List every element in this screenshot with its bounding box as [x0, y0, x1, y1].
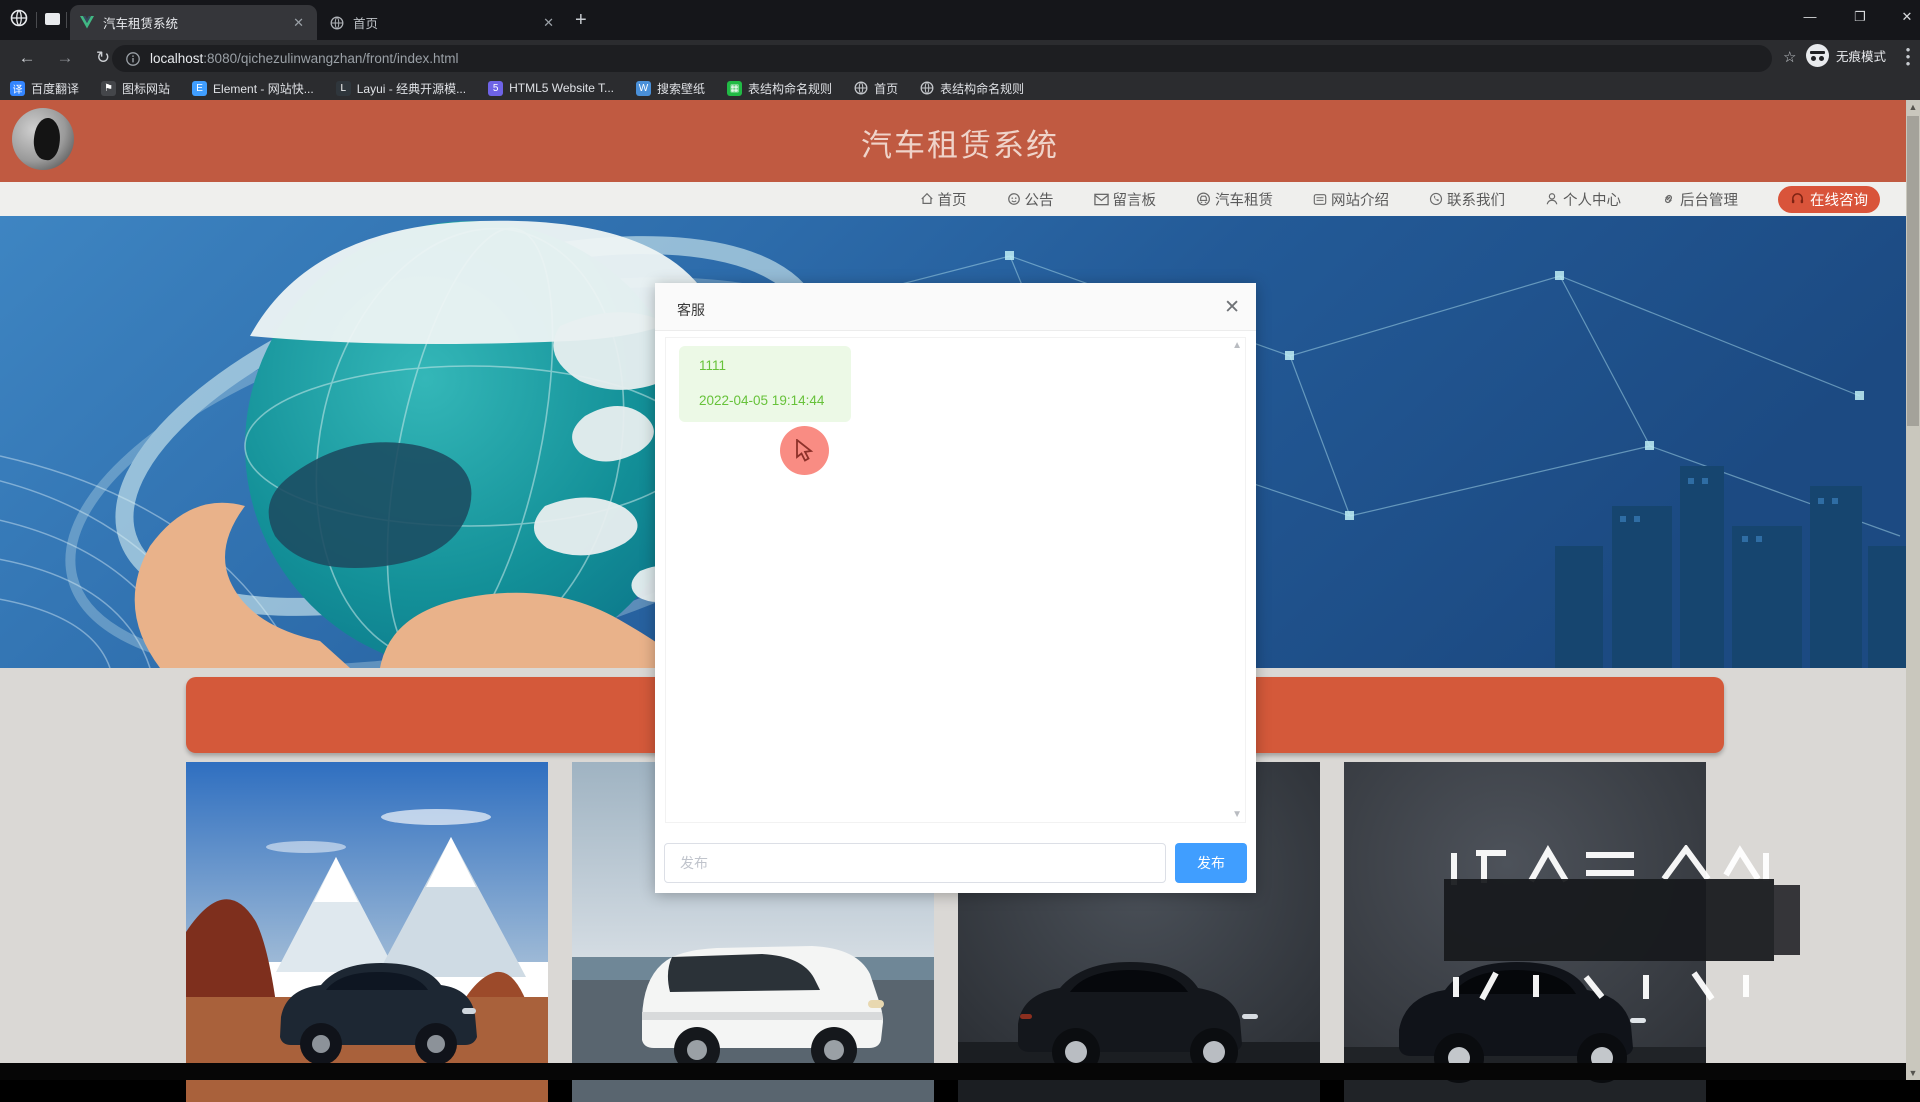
incognito-label: 无痕模式 [1836, 46, 1886, 65]
bookmark-icon-site[interactable]: ⚑图标网站 [101, 80, 170, 97]
scroll-down-arrow-icon[interactable]: ▼ [1906, 1068, 1920, 1078]
nav-item-notice[interactable]: 公告 [1007, 189, 1054, 210]
car-card-1[interactable] [186, 762, 548, 1102]
tab-close-icon[interactable]: ✕ [290, 15, 307, 31]
click-highlight-indicator [780, 426, 829, 475]
bookmark-naming-rules[interactable]: ▦表结构命名规则 [727, 80, 832, 97]
censored-watermark [1436, 845, 1808, 1005]
incognito-indicator: 无痕模式 [1806, 44, 1886, 67]
nav-item-message-board[interactable]: 留言板 [1094, 189, 1157, 210]
globe-favicon [330, 16, 344, 30]
reload-icon[interactable]: ↻ [92, 48, 114, 68]
online-consult-button[interactable]: 在线咨询 [1778, 186, 1880, 213]
tab-close-icon[interactable]: ✕ [540, 15, 557, 31]
address-bar[interactable]: localhost:8080/qichezulinwangzhan/front/… [112, 45, 1772, 72]
nav-item-contact-us[interactable]: 联系我们 [1429, 189, 1505, 210]
window-restore-button[interactable]: ❐ [1845, 4, 1875, 30]
page-info-icon[interactable] [126, 52, 140, 66]
link-icon [1661, 192, 1676, 206]
bookmark-favicon: W [636, 81, 651, 96]
scroll-up-arrow-icon[interactable]: ▲ [1906, 102, 1920, 112]
tab-title: 汽车租赁系统 [103, 13, 290, 32]
page-scrollbar-thumb[interactable] [1907, 116, 1919, 426]
incognito-icon [1806, 44, 1829, 67]
dialog-title: 客服 [677, 300, 705, 320]
dialog-footer: 发布 [655, 835, 1256, 893]
forward-icon[interactable]: → [54, 48, 76, 68]
tab-home[interactable]: 首页 ✕ [320, 5, 567, 40]
pinned-tab-icon[interactable] [45, 13, 60, 25]
bookmark-element[interactable]: EElement - 网站快... [192, 80, 314, 97]
site-header: 汽车租赁系统 [0, 100, 1920, 182]
bookmark-favicon: 5 [488, 81, 503, 96]
url-host: localhost [150, 51, 203, 66]
nav-item-site-intro[interactable]: 网站介绍 [1313, 189, 1389, 210]
chat-scroll-up-icon[interactable]: ▲ [1232, 340, 1242, 351]
dialog-chat-area: 1111 2022-04-05 19:14:44 ▲ ▼ [665, 337, 1246, 823]
bookmark-favicon: ⚑ [101, 81, 116, 96]
envelope-icon [1094, 193, 1109, 206]
send-button[interactable]: 发布 [1175, 843, 1247, 883]
bookmark-wallpaper[interactable]: W搜索壁纸 [636, 80, 705, 97]
browser-menu-icon[interactable]: ••• [1901, 46, 1915, 67]
tab-car-rental-system[interactable]: 汽车租赁系统 ✕ [70, 5, 317, 40]
nav-item-home[interactable]: 首页 [920, 189, 967, 210]
bookmark-favicon: L [336, 81, 351, 96]
globe-favicon [920, 81, 934, 95]
customer-service-dialog: 客服 ✕ 1111 2022-04-05 19:14:44 ▲ ▼ 发布 [655, 283, 1256, 893]
person-icon [1545, 192, 1559, 206]
nav-item-car-rental[interactable]: 汽车租赁 [1196, 189, 1273, 210]
message-input[interactable] [664, 843, 1166, 883]
bookmark-html5[interactable]: 5HTML5 Website T... [488, 81, 614, 96]
vue-logo-icon [80, 16, 94, 29]
tab-separator [36, 12, 37, 28]
headset-icon [1790, 192, 1805, 206]
tab-separator [66, 12, 67, 28]
chat-message-text: 1111 [699, 358, 831, 373]
contact-icon [1429, 192, 1443, 206]
bookmark-naming-rules-2[interactable]: 表结构命名规则 [920, 80, 1024, 97]
bookmark-baidu-translate[interactable]: 译百度翻译 [10, 80, 79, 97]
nav-item-admin[interactable]: 后台管理 [1661, 189, 1738, 210]
bookmark-favicon: 译 [10, 81, 25, 96]
new-tab-button[interactable]: + [575, 10, 587, 30]
bookmark-star-icon[interactable]: ☆ [1783, 48, 1796, 66]
chat-message: 1111 2022-04-05 19:14:44 [679, 346, 851, 422]
back-icon[interactable]: ← [16, 48, 38, 68]
globe-favicon [854, 81, 868, 95]
chat-message-time: 2022-04-05 19:14:44 [699, 393, 831, 408]
home-icon [920, 192, 934, 206]
url-path: :8080/qichezulinwangzhan/front/index.htm… [203, 51, 458, 66]
car-icon [1196, 192, 1211, 206]
dialog-header: 客服 ✕ [655, 283, 1256, 331]
bottom-black-bar [0, 1063, 1920, 1080]
window-close-button[interactable]: ✕ [1892, 4, 1920, 30]
tab-title: 首页 [353, 13, 540, 32]
window-minimize-button[interactable]: — [1795, 4, 1825, 30]
notice-icon [1007, 192, 1021, 206]
site-nav: 首页 公告 留言板 汽车租赁 网站介绍 联系我们 个人中心 后台管理 在线咨询 [0, 182, 1920, 216]
browser-globe-icon [10, 9, 28, 27]
cursor-arrow-icon [795, 439, 817, 463]
site-title: 汽车租赁系统 [0, 120, 1920, 165]
bookmark-favicon: ▦ [727, 81, 742, 96]
bookmark-favicon: E [192, 81, 207, 96]
bookmarks-bar: 译百度翻译 ⚑图标网站 EElement - 网站快... LLayui - 经… [0, 76, 1920, 100]
dialog-close-icon[interactable]: ✕ [1224, 296, 1240, 319]
intro-list-icon [1313, 193, 1327, 206]
bookmark-homepage[interactable]: 首页 [854, 80, 898, 97]
chat-scroll-down-icon[interactable]: ▼ [1232, 809, 1242, 820]
bookmark-layui[interactable]: LLayui - 经典开源模... [336, 80, 466, 97]
page-scrollbar[interactable]: ▲ ▼ [1906, 100, 1920, 1080]
tab-strip: 汽车租赁系统 ✕ 首页 ✕ + — ❐ ✕ [0, 0, 1920, 40]
nav-item-personal-center[interactable]: 个人中心 [1545, 189, 1621, 210]
